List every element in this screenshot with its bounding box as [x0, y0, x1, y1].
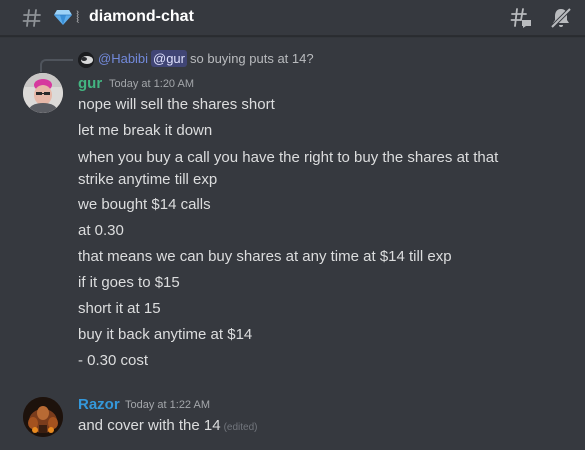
edited-label: (edited)	[223, 422, 258, 433]
message-line: nope will sell the shares short	[78, 96, 275, 113]
gur-avatar-image	[23, 73, 63, 113]
message-line: when you buy a call you have the right t…	[78, 149, 499, 166]
message-line: if it goes to $15	[78, 274, 180, 291]
message-line: and cover with the 14 (edited)	[78, 417, 258, 437]
razor-avatar-image	[23, 397, 63, 437]
threads-icon[interactable]	[509, 6, 533, 30]
message-timestamp: Today at 1:20 AM	[109, 78, 194, 90]
message-line: strike anytime till exp	[78, 171, 218, 188]
gem-icon	[54, 10, 72, 25]
message-timestamp: Today at 1:22 AM	[125, 399, 210, 411]
message-text: and cover with the 14	[78, 417, 221, 434]
message-line: short it at 15	[78, 300, 161, 317]
message-author[interactable]: gur	[78, 75, 102, 92]
message-line: - 0.30 cost	[78, 352, 149, 369]
reply-avatar[interactable]	[78, 52, 94, 68]
channel-header: ⦚ diamond-chat	[0, 0, 585, 36]
message-line: at 0.30	[78, 222, 124, 239]
reply-author[interactable]: @Habibi	[98, 51, 148, 66]
message-line: let me break it down	[78, 122, 213, 139]
reply-user-mention[interactable]: @gur	[151, 50, 187, 67]
mute-icon[interactable]	[549, 6, 573, 30]
message-line: buy it back anytime at $14	[78, 326, 253, 343]
message-line: we bought $14 calls	[78, 196, 211, 213]
reply-avatar-icon	[78, 52, 94, 68]
message-author[interactable]: Razor	[78, 396, 120, 413]
message-line: that means we can buy shares at any time…	[78, 248, 452, 265]
avatar[interactable]	[23, 397, 63, 437]
thread-separator-icon: ⦚	[76, 8, 80, 27]
channel-name: diamond-chat	[89, 8, 194, 25]
hash-icon	[22, 9, 41, 27]
reply-spine	[40, 59, 73, 72]
avatar[interactable]	[23, 73, 63, 113]
reply-preview-text[interactable]: so buying puts at 14?	[190, 51, 314, 66]
